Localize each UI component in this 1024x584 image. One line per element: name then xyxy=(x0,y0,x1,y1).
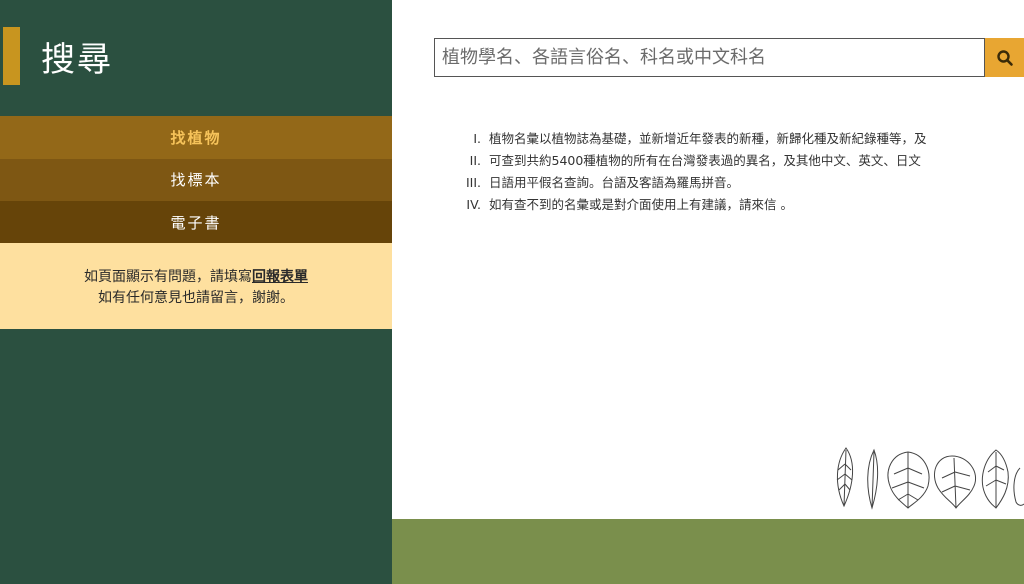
feedback-form-link[interactable]: 回報表單 xyxy=(252,269,308,285)
list-item: III. 日語用平假名查詢。台語及客語為羅馬拼音。 xyxy=(455,172,1024,194)
notice-line-2: 如有任何意見也請留言，謝謝。 xyxy=(98,290,294,306)
feedback-notice: 如頁面顯示有問題，請填寫回報表單 如有任何意見也請留言，謝謝。 xyxy=(0,243,392,329)
search-button[interactable] xyxy=(985,38,1024,77)
list-item-number: I. xyxy=(473,131,481,146)
leaf-illustration xyxy=(832,444,1024,510)
list-item-number: IV. xyxy=(466,197,481,212)
notice-text: 如頁面顯示有問題，請填寫 xyxy=(84,269,252,285)
info-list: I. 植物名彙以植物誌為基礎，並新增近年發表的新種，新歸化種及新紀錄種等，及 II… xyxy=(455,128,1024,216)
list-item-text: 可查到共約5400種植物的所有在台灣發表過的異名，及其他中文、英文、日文 xyxy=(489,153,921,168)
nav-item-find-specimen[interactable]: 找標本 xyxy=(0,158,392,201)
list-item-text: 日語用平假名查詢。台語及客語為羅馬拼音。 xyxy=(489,175,740,190)
footer-band xyxy=(392,519,1024,584)
nav-item-ebook[interactable]: 電子書 xyxy=(0,201,392,244)
page-title: 搜尋 xyxy=(41,39,113,80)
nav-item-find-plant[interactable]: 找植物 xyxy=(0,116,392,159)
notice-line-1: 如頁面顯示有問題，請填寫回報表單 xyxy=(0,267,392,288)
sidebar-header: 搜尋 xyxy=(0,27,113,85)
title-accent-bar xyxy=(3,27,20,85)
list-item-number: III. xyxy=(465,175,481,190)
list-item: I. 植物名彙以植物誌為基礎，並新增近年發表的新種，新歸化種及新紀錄種等，及 xyxy=(455,128,1024,150)
leaves-graphic xyxy=(836,447,1024,510)
list-item-text: 植物名彙以植物誌為基礎，並新增近年發表的新種，新歸化種及新紀錄種等，及 xyxy=(489,131,927,146)
sidebar: 搜尋 找植物 找標本 電子書 如頁面顯示有問題，請填寫回報表單 如有任何意見也請… xyxy=(0,0,392,584)
search-input[interactable] xyxy=(435,39,984,76)
search-box xyxy=(434,38,985,77)
search-icon xyxy=(997,49,1013,66)
list-item: II. 可查到共約5400種植物的所有在台灣發表過的異名，及其他中文、英文、日文 xyxy=(455,150,1024,172)
list-item-number: II. xyxy=(469,153,481,168)
list-item-text: 如有查不到的名彙或是對介面使用上有建議，請來信 。 xyxy=(489,197,793,212)
sidebar-nav: 找植物 找標本 電子書 xyxy=(0,116,392,244)
list-item: IV. 如有查不到的名彙或是對介面使用上有建議，請來信 。 xyxy=(455,194,1024,216)
